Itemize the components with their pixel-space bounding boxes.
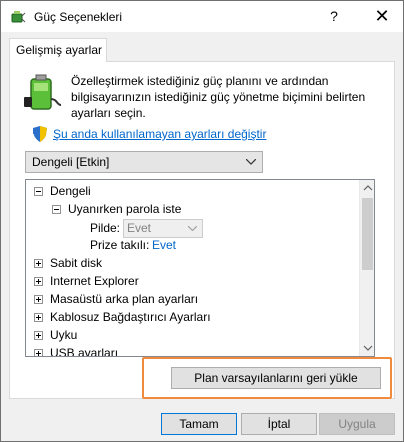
scroll-up-icon[interactable] bbox=[360, 180, 375, 196]
tree-item[interactable]: Masaüstü arka plan ayarları bbox=[34, 290, 334, 308]
help-button[interactable]: ? bbox=[319, 3, 349, 30]
close-button[interactable]: ✕ bbox=[365, 3, 399, 30]
collapse-icon[interactable] bbox=[52, 205, 61, 214]
tree-item-plugged-in[interactable]: Prize takılı: Evet bbox=[90, 236, 290, 254]
scroll-thumb[interactable] bbox=[362, 198, 373, 270]
scroll-down-icon[interactable] bbox=[360, 340, 375, 356]
tree-item-dengeli[interactable]: Dengeli bbox=[34, 182, 334, 200]
tree-scrollbar[interactable] bbox=[359, 180, 375, 356]
cancel-button[interactable]: İptal bbox=[241, 413, 317, 435]
tree-item-wake-password[interactable]: Uyanırken parola iste bbox=[52, 200, 352, 218]
power-plan-value: Dengeli [Etkin] bbox=[32, 155, 110, 169]
uac-shield-icon bbox=[33, 126, 47, 142]
power-options-dialog: Güç Seçenekleri ? ✕ Gelişmiş ayarlar Öze… bbox=[0, 0, 404, 442]
battery-plug-icon bbox=[24, 74, 62, 110]
expand-icon[interactable] bbox=[34, 259, 43, 268]
title-bar: Güç Seçenekleri ? ✕ bbox=[1, 1, 403, 32]
tab-advanced-settings[interactable]: Gelişmiş ayarlar bbox=[9, 38, 107, 62]
tree-item[interactable]: Sabit disk bbox=[34, 254, 334, 272]
tree-item[interactable]: Internet Explorer bbox=[34, 272, 334, 290]
tree-item[interactable]: Kablosuz Bağdaştırıcı Ayarları bbox=[34, 308, 334, 326]
window-title: Güç Seçenekleri bbox=[34, 10, 123, 24]
expand-icon[interactable] bbox=[34, 349, 43, 356]
description-text: Özelleştirmek istediğiniz güç planını ve… bbox=[71, 74, 366, 120]
expand-icon[interactable] bbox=[34, 295, 43, 304]
settings-tree[interactable]: Dengeli Uyanırken parola iste Pilde: Eve… bbox=[25, 179, 375, 357]
chevron-down-icon bbox=[188, 226, 197, 231]
expand-icon[interactable] bbox=[34, 313, 43, 322]
expand-icon[interactable] bbox=[34, 277, 43, 286]
ok-button[interactable]: Tamam bbox=[161, 413, 237, 435]
chevron-down-icon bbox=[246, 159, 256, 165]
tree-item[interactable]: Uyku bbox=[34, 326, 334, 344]
expand-icon[interactable] bbox=[34, 331, 43, 340]
power-plan-dropdown[interactable]: Dengeli [Etkin] bbox=[25, 151, 263, 173]
apply-button[interactable]: Uygula bbox=[319, 413, 395, 435]
restore-plan-defaults-button[interactable]: Plan varsayılanlarını geri yükle bbox=[171, 367, 381, 389]
plugged-in-value[interactable]: Evet bbox=[152, 236, 176, 254]
power-options-icon bbox=[11, 11, 26, 23]
collapse-icon[interactable] bbox=[34, 187, 43, 196]
change-unavailable-settings-link[interactable]: Şu anda kullanılamayan ayarları değiştir bbox=[53, 127, 266, 141]
tree-item[interactable]: USB ayarları bbox=[34, 344, 334, 356]
